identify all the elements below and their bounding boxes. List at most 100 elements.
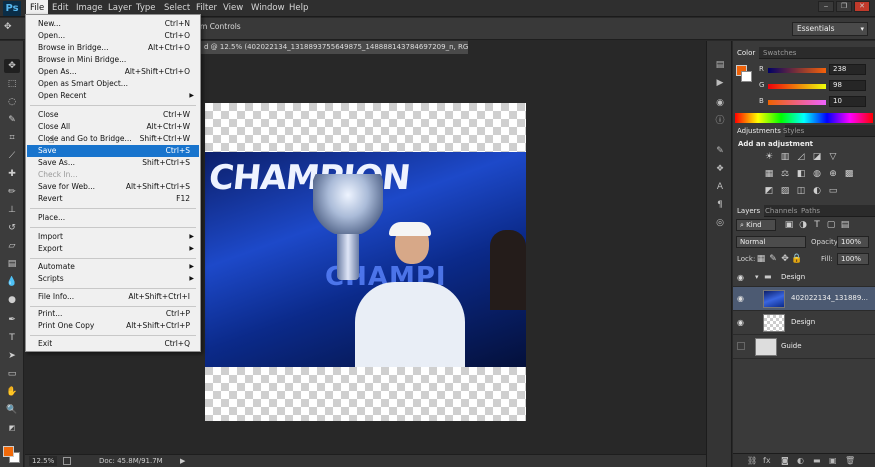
move-tool-icon[interactable]: ✥: [4, 59, 20, 73]
green-slider[interactable]: G 98: [733, 79, 875, 93]
menu-item-open-recent[interactable]: Open Recent ▶: [27, 90, 199, 102]
posterize-icon[interactable]: ▨: [779, 185, 791, 197]
eyedropper-tool-icon[interactable]: ⟋: [4, 149, 20, 163]
status-info-icon[interactable]: [63, 457, 71, 465]
zoom-level-field[interactable]: 12.5%: [29, 456, 57, 466]
threshold-icon[interactable]: ◫: [795, 185, 807, 197]
default-colors-icon[interactable]: ◩: [4, 421, 20, 435]
hand-tool-icon[interactable]: ✋: [4, 385, 20, 399]
menu-item-close-all[interactable]: Close All Alt+Ctrl+W: [27, 121, 199, 133]
chevron-down-icon[interactable]: ▾: [755, 273, 759, 281]
lock-all-icon[interactable]: 🔒: [791, 253, 803, 265]
selective-color-icon[interactable]: ◐: [811, 185, 823, 197]
workspace-select[interactable]: Essentials: [792, 22, 868, 36]
brush-panel-icon[interactable]: ✎: [714, 145, 726, 157]
menu-item-save-as[interactable]: Save As... Shift+Ctrl+S: [27, 157, 199, 169]
shape-tool-icon[interactable]: ▭: [4, 367, 20, 381]
menu-help[interactable]: Help: [285, 0, 312, 17]
menu-item-browse-mini-bridge[interactable]: Browse in Mini Bridge...: [27, 54, 199, 66]
tab-color[interactable]: Color: [733, 47, 760, 59]
filter-shape-icon[interactable]: ▢: [825, 219, 837, 231]
filter-adjustment-icon[interactable]: ◑: [797, 219, 809, 231]
menu-item-file-info[interactable]: File Info... Alt+Shift+Ctrl+I: [27, 291, 199, 303]
tab-styles[interactable]: Styles: [779, 125, 808, 137]
menu-item-import[interactable]: Import ▶: [27, 231, 199, 243]
tab-channels[interactable]: Channels: [761, 205, 801, 217]
gradient-tool-icon[interactable]: ▤: [4, 257, 20, 271]
eye-icon[interactable]: ◉: [737, 294, 744, 303]
layer-style-icon[interactable]: fx: [763, 456, 771, 465]
layer-filter-select[interactable]: ⌕ Kind: [736, 219, 776, 231]
filter-smart-object-icon[interactable]: ▤: [839, 219, 851, 231]
quick-select-tool-icon[interactable]: ✎: [4, 113, 20, 127]
brush-tool-icon[interactable]: ✏: [4, 185, 20, 199]
vibrance-icon[interactable]: ▽: [827, 151, 839, 163]
menu-item-open[interactable]: Open... Ctrl+O: [27, 30, 199, 42]
menu-item-print-one-copy[interactable]: Print One Copy Alt+Shift+Ctrl+P: [27, 320, 199, 332]
tab-adjustments[interactable]: Adjustments: [733, 125, 785, 137]
show-transform-controls[interactable]: m Controls: [200, 22, 241, 31]
clone-stamp-tool-icon[interactable]: ⊥: [4, 203, 20, 217]
tool-presets-icon[interactable]: ◎: [714, 217, 726, 229]
actions-panel-icon[interactable]: ▶: [714, 77, 726, 89]
maximize-button[interactable]: ❐: [836, 1, 852, 12]
eraser-tool-icon[interactable]: ▱: [4, 239, 20, 253]
character-panel-icon[interactable]: A: [714, 181, 726, 193]
menu-item-place[interactable]: Place...: [27, 212, 199, 224]
history-brush-tool-icon[interactable]: ↺: [4, 221, 20, 235]
lasso-tool-icon[interactable]: ◌: [4, 95, 20, 109]
photo-filter-icon[interactable]: ◍: [811, 168, 823, 180]
menu-item-new[interactable]: New... Ctrl+N: [27, 18, 199, 30]
hue-saturation-icon[interactable]: ▦: [763, 168, 775, 180]
eye-icon[interactable]: ◉: [737, 318, 744, 327]
exposure-icon[interactable]: ◪: [811, 151, 823, 163]
new-group-icon[interactable]: ▬: [813, 456, 821, 465]
filter-pixel-icon[interactable]: ▣: [783, 219, 795, 231]
menu-item-exit[interactable]: Exit Ctrl+Q: [27, 338, 199, 350]
lock-transparent-icon[interactable]: ▦: [755, 253, 767, 265]
layer-photo[interactable]: ◉ 402022134_131889...: [733, 287, 875, 311]
menu-item-open-smart-object[interactable]: Open as Smart Object...: [27, 78, 199, 90]
close-window-button[interactable]: ✕: [854, 1, 870, 12]
color-lookup-icon[interactable]: ▩: [843, 168, 855, 180]
lock-position-icon[interactable]: ✥: [779, 253, 791, 265]
properties-panel-icon[interactable]: ◉: [714, 97, 726, 109]
tab-layers[interactable]: Layers: [733, 205, 765, 217]
invert-icon[interactable]: ◩: [763, 185, 775, 197]
layer-group-design[interactable]: ◉ ▾ ▬ Design: [733, 269, 875, 287]
move-tool-preset-icon[interactable]: ✥: [4, 22, 18, 36]
menu-item-export[interactable]: Export ▶: [27, 243, 199, 255]
menu-item-browse-bridge[interactable]: Browse in Bridge... Alt+Ctrl+O: [27, 42, 199, 54]
minimize-button[interactable]: ‒: [818, 1, 834, 12]
visibility-toggle[interactable]: [737, 342, 745, 350]
tab-swatches[interactable]: Swatches: [759, 47, 800, 59]
menu-window[interactable]: Window: [247, 0, 289, 17]
layer-guide[interactable]: Guide: [733, 335, 875, 359]
history-panel-icon[interactable]: ▤: [714, 59, 726, 71]
layer-design[interactable]: ◉ Design: [733, 311, 875, 335]
zoom-tool-icon[interactable]: 🔍: [4, 403, 20, 417]
path-selection-tool-icon[interactable]: ➤: [4, 349, 20, 363]
fill-field[interactable]: 100%: [837, 253, 869, 265]
menu-item-print[interactable]: Print... Ctrl+P: [27, 308, 199, 320]
new-layer-icon[interactable]: ▣: [829, 456, 837, 465]
add-mask-icon[interactable]: ◙: [781, 456, 789, 465]
crop-tool-icon[interactable]: ⌗: [4, 131, 20, 145]
menu-item-revert[interactable]: Revert F12: [27, 193, 199, 205]
menu-item-save[interactable]: Save Ctrl+S: [27, 145, 199, 157]
marquee-tool-icon[interactable]: ⬚: [4, 77, 20, 91]
curves-icon[interactable]: ◿: [795, 151, 807, 163]
black-white-icon[interactable]: ◧: [795, 168, 807, 180]
filter-type-icon[interactable]: T: [811, 219, 823, 231]
menu-item-automate[interactable]: Automate ▶: [27, 261, 199, 273]
foreground-color-swatch[interactable]: [3, 446, 14, 457]
tab-paths[interactable]: Paths: [797, 205, 824, 217]
blur-tool-icon[interactable]: 💧: [4, 275, 20, 289]
info-panel-icon[interactable]: ⓘ: [714, 115, 726, 127]
levels-icon[interactable]: ▥: [779, 151, 791, 163]
gradient-map-icon[interactable]: ▭: [827, 185, 839, 197]
color-spectrum-ramp[interactable]: [735, 113, 873, 123]
blue-slider[interactable]: B 10: [733, 95, 875, 109]
new-adjustment-layer-icon[interactable]: ◐: [797, 456, 804, 465]
lock-image-icon[interactable]: ✎: [767, 253, 779, 265]
